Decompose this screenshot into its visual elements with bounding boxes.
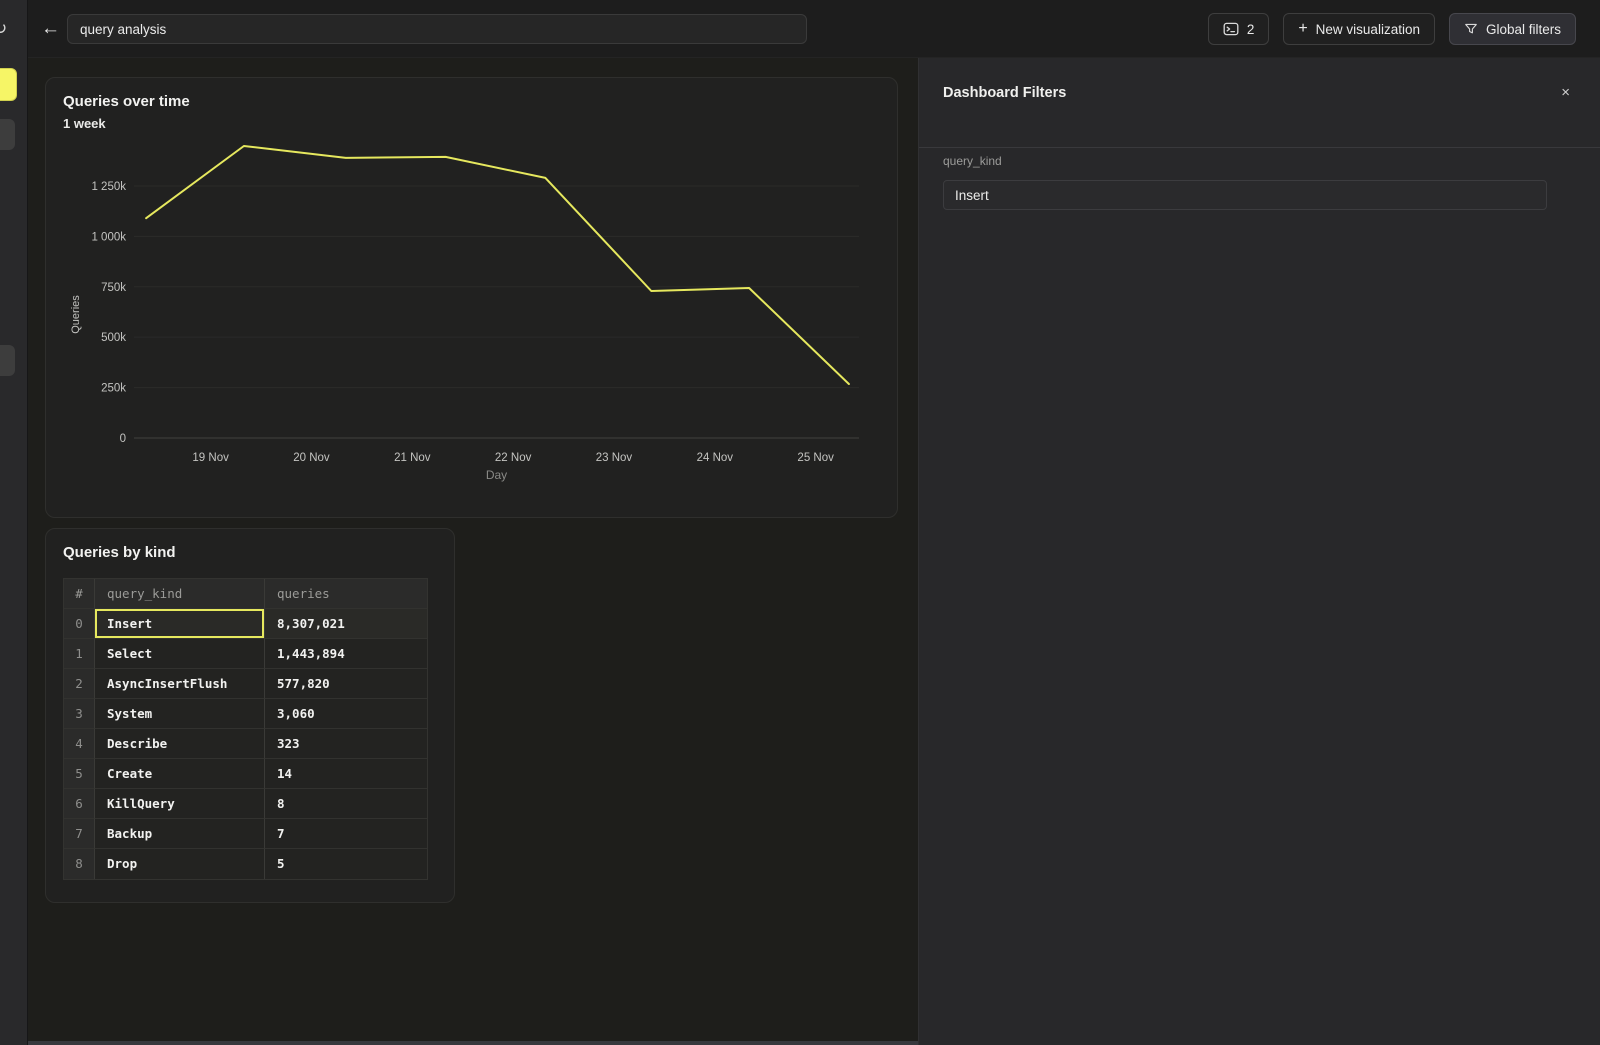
row-index: 1 (64, 639, 94, 669)
global-filters-label: Global filters (1486, 22, 1561, 37)
row-index: 3 (64, 699, 94, 729)
queries-line (146, 146, 849, 384)
x-tick-label: 19 Nov (192, 452, 229, 464)
refresh-icon[interactable]: ↻ (0, 19, 7, 39)
cell-queries[interactable]: 323 (264, 729, 427, 759)
console-icon (1223, 21, 1239, 37)
row-index: 8 (64, 849, 94, 879)
x-tick-label: 21 Nov (394, 452, 431, 464)
cell-query-kind[interactable]: Backup (94, 819, 264, 849)
table-header-row: #query_kindqueries (64, 579, 427, 609)
column-header-index[interactable]: # (64, 579, 94, 609)
cell-queries[interactable]: 7 (264, 819, 427, 849)
cell-queries[interactable]: 3,060 (264, 699, 427, 729)
y-tick-label: 250k (101, 383, 126, 395)
cell-queries[interactable]: 14 (264, 759, 427, 789)
x-tick-label: 20 Nov (293, 452, 330, 464)
top-bar: ← 2 + New visualization Global filters (28, 0, 1600, 58)
queries-by-kind-card: Queries by kind #query_kindqueries0Inser… (45, 528, 455, 903)
dashboard-title-input[interactable] (67, 14, 807, 44)
x-tick-label: 25 Nov (797, 452, 834, 464)
table-row: 1Select1,443,894 (64, 639, 427, 669)
table-row: 8Drop5 (64, 849, 427, 879)
row-index: 4 (64, 729, 94, 759)
y-axis-label: Queries (70, 295, 82, 334)
sidebar-tile[interactable] (0, 119, 15, 150)
cell-queries[interactable]: 1,443,894 (264, 639, 427, 669)
queries-table: #query_kindqueries0Insert8,307,0211Selec… (63, 578, 428, 880)
cell-query-kind[interactable]: AsyncInsertFlush (94, 669, 264, 699)
sidebar-tile-active[interactable] (0, 68, 17, 101)
global-filters-button[interactable]: Global filters (1449, 13, 1576, 45)
y-tick-label: 0 (120, 433, 126, 445)
filters-panel-title: Dashboard Filters (943, 85, 1066, 101)
cell-query-kind[interactable]: Create (94, 759, 264, 789)
cell-query-kind[interactable]: Insert (94, 609, 264, 639)
query-kind-filter-input[interactable] (943, 180, 1547, 210)
row-index: 2 (64, 669, 94, 699)
table-row: 7Backup7 (64, 819, 427, 849)
y-tick-label: 750k (101, 282, 126, 294)
console-count-label: 2 (1247, 22, 1255, 37)
sidebar-tile[interactable] (0, 345, 15, 376)
table-row: 5Create14 (64, 759, 427, 789)
cell-queries[interactable]: 8 (264, 789, 427, 819)
y-tick-label: 1 250k (91, 181, 126, 193)
cell-query-kind[interactable]: Select (94, 639, 264, 669)
table-title: Queries by kind (63, 544, 176, 561)
back-button[interactable]: ← (41, 16, 60, 42)
y-tick-label: 500k (101, 332, 126, 344)
close-icon[interactable]: × (1561, 84, 1570, 101)
filter-funnel-icon (1464, 22, 1478, 36)
cell-queries[interactable]: 577,820 (264, 669, 427, 699)
cell-query-kind[interactable]: System (94, 699, 264, 729)
x-tick-label: 23 Nov (596, 452, 633, 464)
plus-icon: + (1298, 21, 1307, 37)
table-row: 4Describe323 (64, 729, 427, 759)
scrolled-widget-edge (28, 1041, 918, 1045)
new-visualization-label: New visualization (1316, 22, 1420, 37)
row-index: 0 (64, 609, 94, 639)
table-row: 3System3,060 (64, 699, 427, 729)
x-tick-label: 22 Nov (495, 452, 532, 464)
row-index: 7 (64, 819, 94, 849)
x-tick-label: 24 Nov (697, 452, 734, 464)
x-axis-label: Day (486, 468, 507, 482)
row-index: 5 (64, 759, 94, 789)
cell-queries[interactable]: 8,307,021 (264, 609, 427, 639)
topbar-actions: 2 + New visualization Global filters (1208, 13, 1576, 45)
column-header-queries[interactable]: queries (264, 579, 427, 609)
cell-queries[interactable]: 5 (264, 849, 427, 879)
left-sidebar: ↻ (0, 0, 28, 1045)
table-row: 2AsyncInsertFlush577,820 (64, 669, 427, 699)
query-kind-filter-label: query_kind (943, 154, 1002, 168)
table-row: 6KillQuery8 (64, 789, 427, 819)
console-tabs-button[interactable]: 2 (1208, 13, 1270, 45)
filters-panel-header: Dashboard Filters × (919, 58, 1600, 148)
dashboard-filters-panel: Dashboard Filters × query_kind (918, 58, 1600, 1045)
cell-query-kind[interactable]: Drop (94, 849, 264, 879)
table-row: 0Insert8,307,021 (64, 609, 427, 639)
queries-line-chart: 0 250k 500k 750k 1 000k 1 250k 19 Nov 20 Nov 21 … (46, 78, 897, 517)
cell-query-kind[interactable]: Describe (94, 729, 264, 759)
y-tick-label: 1 000k (91, 231, 126, 243)
column-header-query-kind[interactable]: query_kind (94, 579, 264, 609)
queries-over-time-card: Queries over time 1 week 0250k500k750k1 … (45, 77, 898, 518)
cell-query-kind[interactable]: KillQuery (94, 789, 264, 819)
new-visualization-button[interactable]: + New visualization (1283, 13, 1435, 45)
row-index: 6 (64, 789, 94, 819)
